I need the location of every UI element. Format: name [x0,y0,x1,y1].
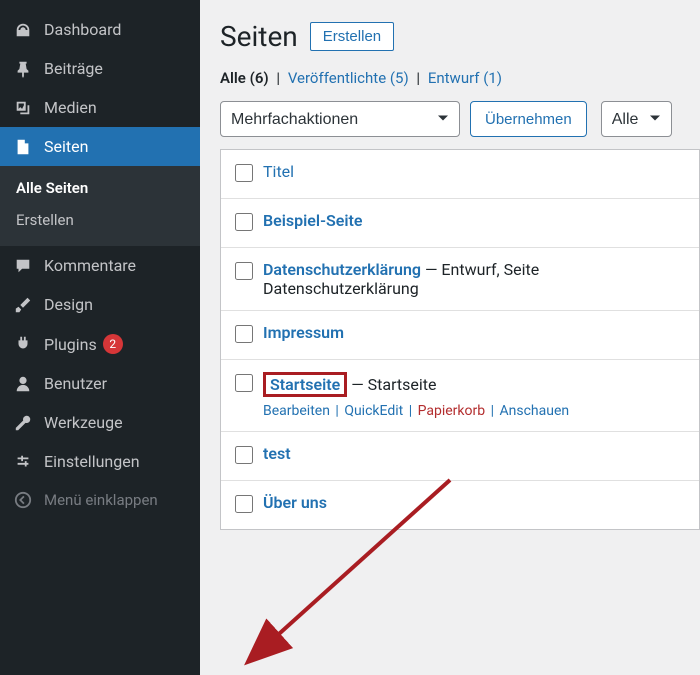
settings-icon [12,453,34,471]
page-link[interactable]: Startseite [270,375,340,394]
sidebar-item-label: Einstellungen [44,452,140,471]
table-row: Impressum [221,311,699,360]
collapse-icon [12,491,34,509]
filter-count: (6) [250,69,269,87]
bulk-select-wrap: Mehrfachaktionen [220,101,460,137]
pages-table: Titel Beispiel-Seite Datenschutzerklärun… [220,149,700,530]
submenu-item-all-pages[interactable]: Alle Seiten [0,172,200,204]
table-row: test [221,432,699,481]
action-trash[interactable]: Papierkorb [418,403,486,419]
sidebar-item-posts[interactable]: Beiträge [0,49,200,88]
brush-icon [12,296,34,314]
row-checkbox[interactable] [235,262,253,280]
row-checkbox[interactable] [235,374,253,392]
sidebar-item-plugins[interactable]: Plugins 2 [0,324,200,364]
row-checkbox[interactable] [235,446,253,464]
wrench-icon [12,414,34,432]
filter-all[interactable]: Alle (6) [220,69,272,87]
column-title[interactable]: Titel [263,162,294,181]
annotation-highlight: Startseite [263,372,347,397]
row-checkbox[interactable] [235,213,253,231]
sidebar-submenu-pages: Alle Seiten Erstellen [0,166,200,246]
create-button[interactable]: Erstellen [310,22,394,51]
table-row: Datenschutzerklärung — Entwurf, Seite Da… [221,248,699,311]
table-row: Beispiel-Seite [221,199,699,248]
main-content: Seiten Erstellen Alle (6) | Veröffentlic… [200,0,700,675]
sidebar-item-dashboard[interactable]: Dashboard [0,10,200,49]
separator: | [333,403,340,419]
filter-published[interactable]: Veröffentlichte (5) [288,69,413,87]
filter-label: Veröffentlichte [288,69,386,87]
separator: | [272,69,284,87]
sidebar-item-label: Plugins [44,335,97,354]
filter-label: Alle [220,69,246,87]
filter-draft[interactable]: Entwurf (1) [428,69,502,87]
page-link[interactable]: Impressum [263,323,344,342]
table-nav: Mehrfachaktionen Übernehmen Alle [220,101,700,137]
table-row: Über uns [221,481,699,529]
separator: | [489,403,496,419]
bulk-action-select[interactable]: Mehrfachaktionen [220,101,460,137]
sidebar-item-comments[interactable]: Kommentare [0,246,200,285]
row-checkbox[interactable] [235,495,253,513]
date-filter-select[interactable]: Alle [601,101,672,137]
sidebar-item-appearance[interactable]: Design [0,285,200,324]
user-icon [12,375,34,393]
page-link[interactable]: Über uns [263,493,327,512]
sidebar-item-media[interactable]: Medien [0,88,200,127]
sidebar-item-label: Medien [44,98,97,117]
page-state-suffix: — Startseite [347,375,436,394]
filter-count: (5) [390,69,409,87]
sidebar-item-label: Seiten [44,137,88,156]
sidebar-item-label: Design [44,295,93,314]
page-link[interactable]: Beispiel-Seite [263,211,362,230]
sidebar-item-label: Dashboard [44,20,121,39]
collapse-label: Menü einklappen [44,491,158,509]
comment-icon [12,257,34,275]
sidebar-item-users[interactable]: Benutzer [0,364,200,403]
table-header: Titel [221,150,699,199]
submenu-item-create[interactable]: Erstellen [0,204,200,236]
plugin-icon [12,335,34,353]
update-badge: 2 [103,334,123,354]
page-icon [12,138,34,156]
filter-count: (1) [483,69,502,87]
admin-sidebar: Dashboard Beiträge Medien Seiten Alle Se… [0,0,200,675]
dashboard-icon [12,21,34,39]
separator: | [412,69,424,87]
media-icon [12,99,34,117]
page-header: Seiten Erstellen [220,20,700,53]
submenu-item-label: Erstellen [16,211,74,229]
sidebar-item-label: Werkzeuge [44,413,123,432]
page-link[interactable]: test [263,444,291,463]
action-quickedit[interactable]: QuickEdit [344,403,403,419]
collapse-menu[interactable]: Menü einklappen [0,481,200,519]
submenu-item-label: Alle Seiten [16,179,88,197]
table-row: Startseite — Startseite Bearbeiten | Qui… [221,360,699,432]
row-actions: Bearbeiten | QuickEdit | Papierkorb | An… [263,403,685,419]
sidebar-item-tools[interactable]: Werkzeuge [0,403,200,442]
separator: | [407,403,414,419]
page-link[interactable]: Datenschutzerklärung [263,260,421,279]
sidebar-item-pages[interactable]: Seiten [0,127,200,166]
apply-button[interactable]: Übernehmen [470,101,587,137]
pin-icon [12,60,34,78]
date-select-wrap: Alle [601,101,672,137]
action-edit[interactable]: Bearbeiten [263,403,330,419]
filter-label: Entwurf [428,69,480,87]
select-all-checkbox[interactable] [235,164,253,182]
sidebar-item-settings[interactable]: Einstellungen [0,442,200,481]
row-checkbox[interactable] [235,325,253,343]
sidebar-item-label: Beiträge [44,59,103,78]
sidebar-item-label: Kommentare [44,256,136,275]
status-filters: Alle (6) | Veröffentlichte (5) | Entwurf… [220,69,700,87]
page-title: Seiten [220,20,298,53]
sidebar-item-label: Benutzer [44,374,107,393]
action-view[interactable]: Anschauen [500,403,570,419]
